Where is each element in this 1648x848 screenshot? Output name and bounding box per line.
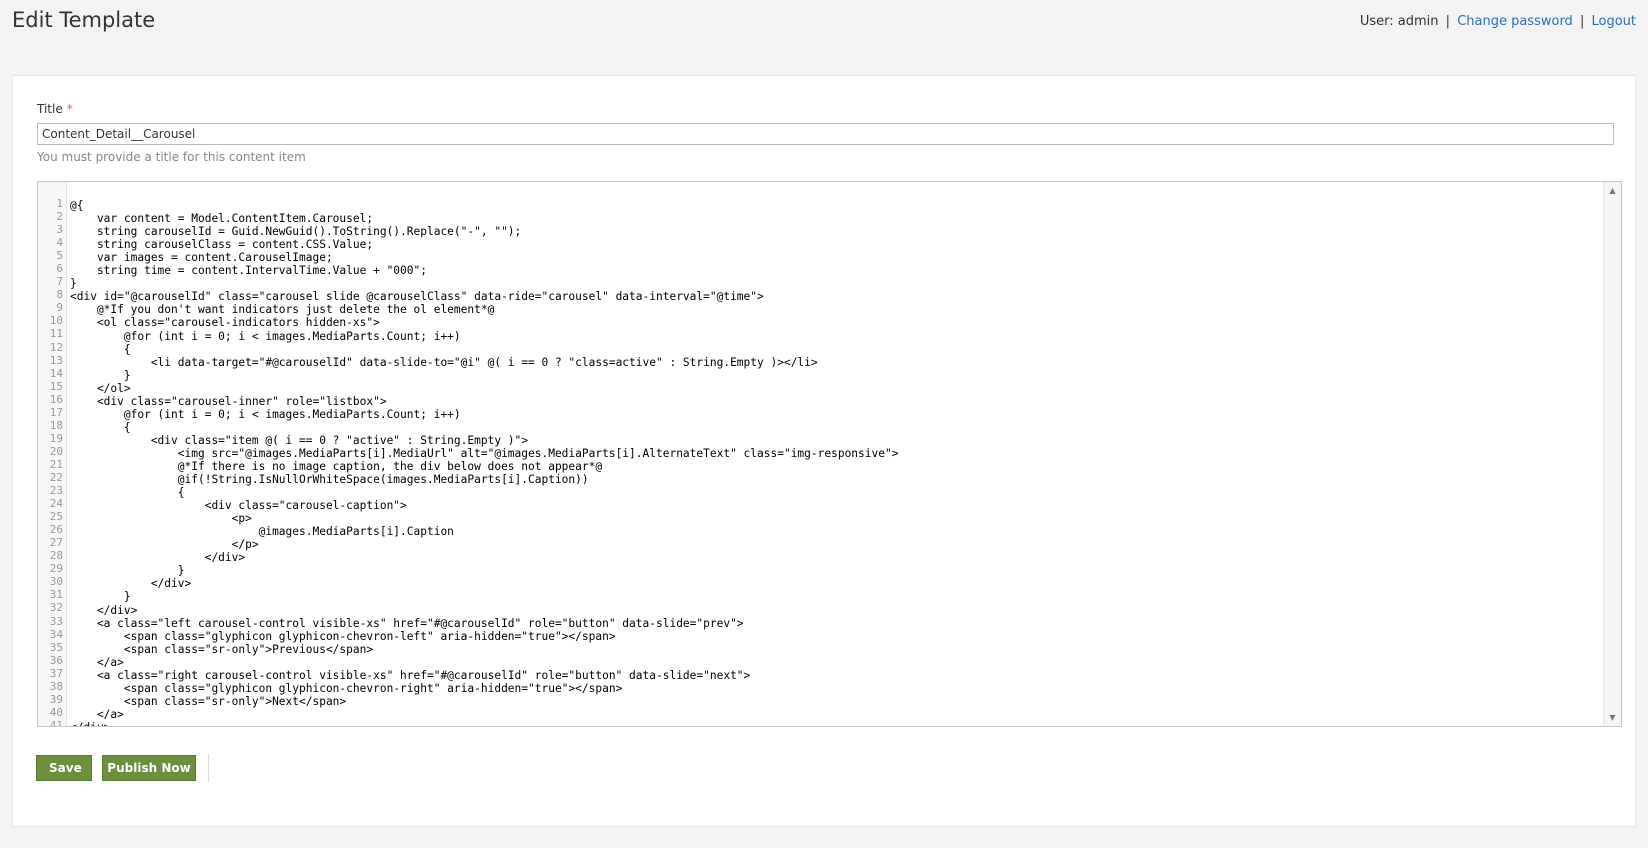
- code-line: string carouselClass = content.CSS.Value…: [70, 238, 374, 252]
- code-line: <span class="sr-only">Previous</span>: [70, 642, 374, 656]
- code-line: var images = content.CarouselImage;: [70, 251, 333, 265]
- scroll-up-arrow-icon[interactable]: ▲: [1604, 186, 1621, 195]
- title-input[interactable]: [37, 123, 1614, 145]
- code-line: var content = Model.ContentItem.Carousel…: [70, 212, 374, 226]
- code-line: @{: [70, 199, 84, 213]
- code-line: }: [70, 368, 131, 382]
- edit-panel: Title* You must provide a title for this…: [12, 75, 1636, 827]
- code-line: </div>: [70, 603, 138, 617]
- code-text[interactable]: @{ var content = Model.ContentItem.Carou…: [70, 186, 1603, 726]
- code-line: <div class="carousel-inner" role="listbo…: [70, 394, 387, 408]
- code-line: }: [70, 277, 77, 291]
- code-line: @if(!String.IsNullOrWhiteSpace(images.Me…: [70, 473, 589, 487]
- code-line: </div>: [70, 721, 1603, 726]
- code-line: <span class="glyphicon glyphicon-chevron…: [70, 629, 616, 643]
- code-line: @*If there is no image caption, the div …: [70, 459, 603, 473]
- code-line: @for (int i = 0; i < images.MediaParts.C…: [70, 329, 461, 343]
- line-numbers: 1 2 3 4 5 6 7 8 9 10 11 12 13 14 15 16 1…: [49, 197, 63, 727]
- title-hint: You must provide a title for this conten…: [37, 150, 306, 164]
- code-line: </div>: [70, 551, 246, 565]
- code-line: @for (int i = 0; i < images.MediaParts.C…: [70, 407, 461, 421]
- line-number-gutter: 1 2 3 4 5 6 7 8 9 10 11 12 13 14 15 16 1…: [38, 182, 67, 726]
- user-label: User: admin: [1359, 14, 1439, 29]
- code-line: {: [70, 420, 131, 434]
- scroll-down-arrow-icon[interactable]: ▼: [1604, 713, 1621, 722]
- code-line: }: [70, 564, 185, 578]
- code-editor[interactable]: 1 2 3 4 5 6 7 8 9 10 11 12 13 14 15 16 1…: [37, 181, 1622, 727]
- code-line: <li data-target="#@carouselId" data-slid…: [70, 355, 818, 369]
- code-line: {: [70, 342, 131, 356]
- code-line: <div class="carousel-caption">: [70, 499, 407, 513]
- user-bar: User: admin | Change password | Logout: [1360, 14, 1636, 29]
- code-line: @images.MediaParts[i].Caption: [70, 525, 454, 539]
- save-button[interactable]: Save: [36, 755, 92, 781]
- required-marker: *: [66, 102, 73, 116]
- code-line: </div>: [70, 577, 192, 591]
- change-password-link[interactable]: Change password: [1457, 14, 1573, 29]
- code-line: <p>: [70, 512, 252, 526]
- code-line: </a>: [70, 655, 124, 669]
- code-line: string carouselId = Guid.NewGuid().ToStr…: [70, 225, 522, 239]
- editor-scrollbar[interactable]: ▲ ▼: [1603, 182, 1621, 726]
- code-line: <a class="right carousel-control visible…: [70, 668, 751, 682]
- code-line: <img src="@images.MediaParts[i].MediaUrl…: [70, 446, 899, 460]
- code-line: </p>: [70, 538, 259, 552]
- logout-link[interactable]: Logout: [1591, 14, 1636, 29]
- code-line: <div class="item @( i == 0 ? "active" : …: [70, 433, 529, 447]
- code-line: </a>: [70, 707, 124, 721]
- title-label: Title *: [37, 102, 73, 116]
- code-line: {: [70, 486, 185, 500]
- code-line: string time = content.IntervalTime.Value…: [70, 264, 427, 278]
- button-divider: [208, 754, 209, 782]
- title-label-text: Title: [37, 102, 63, 116]
- page-title: Edit Template: [12, 8, 156, 32]
- code-line: @*If you don't want indicators just dele…: [70, 303, 495, 317]
- code-line: </ol>: [70, 381, 131, 395]
- separator: |: [1579, 14, 1585, 29]
- code-line: }: [70, 590, 131, 604]
- code-line: <span class="sr-only">Next</span>: [70, 694, 347, 708]
- separator: |: [1445, 14, 1451, 29]
- publish-now-button[interactable]: Publish Now: [102, 755, 196, 781]
- code-line: <div id="@carouselId" class="carousel sl…: [70, 290, 764, 304]
- code-line: <a class="left carousel-control visible-…: [70, 616, 744, 630]
- code-line: <ol class="carousel-indicators hidden-xs…: [70, 316, 380, 330]
- code-line: <span class="glyphicon glyphicon-chevron…: [70, 681, 623, 695]
